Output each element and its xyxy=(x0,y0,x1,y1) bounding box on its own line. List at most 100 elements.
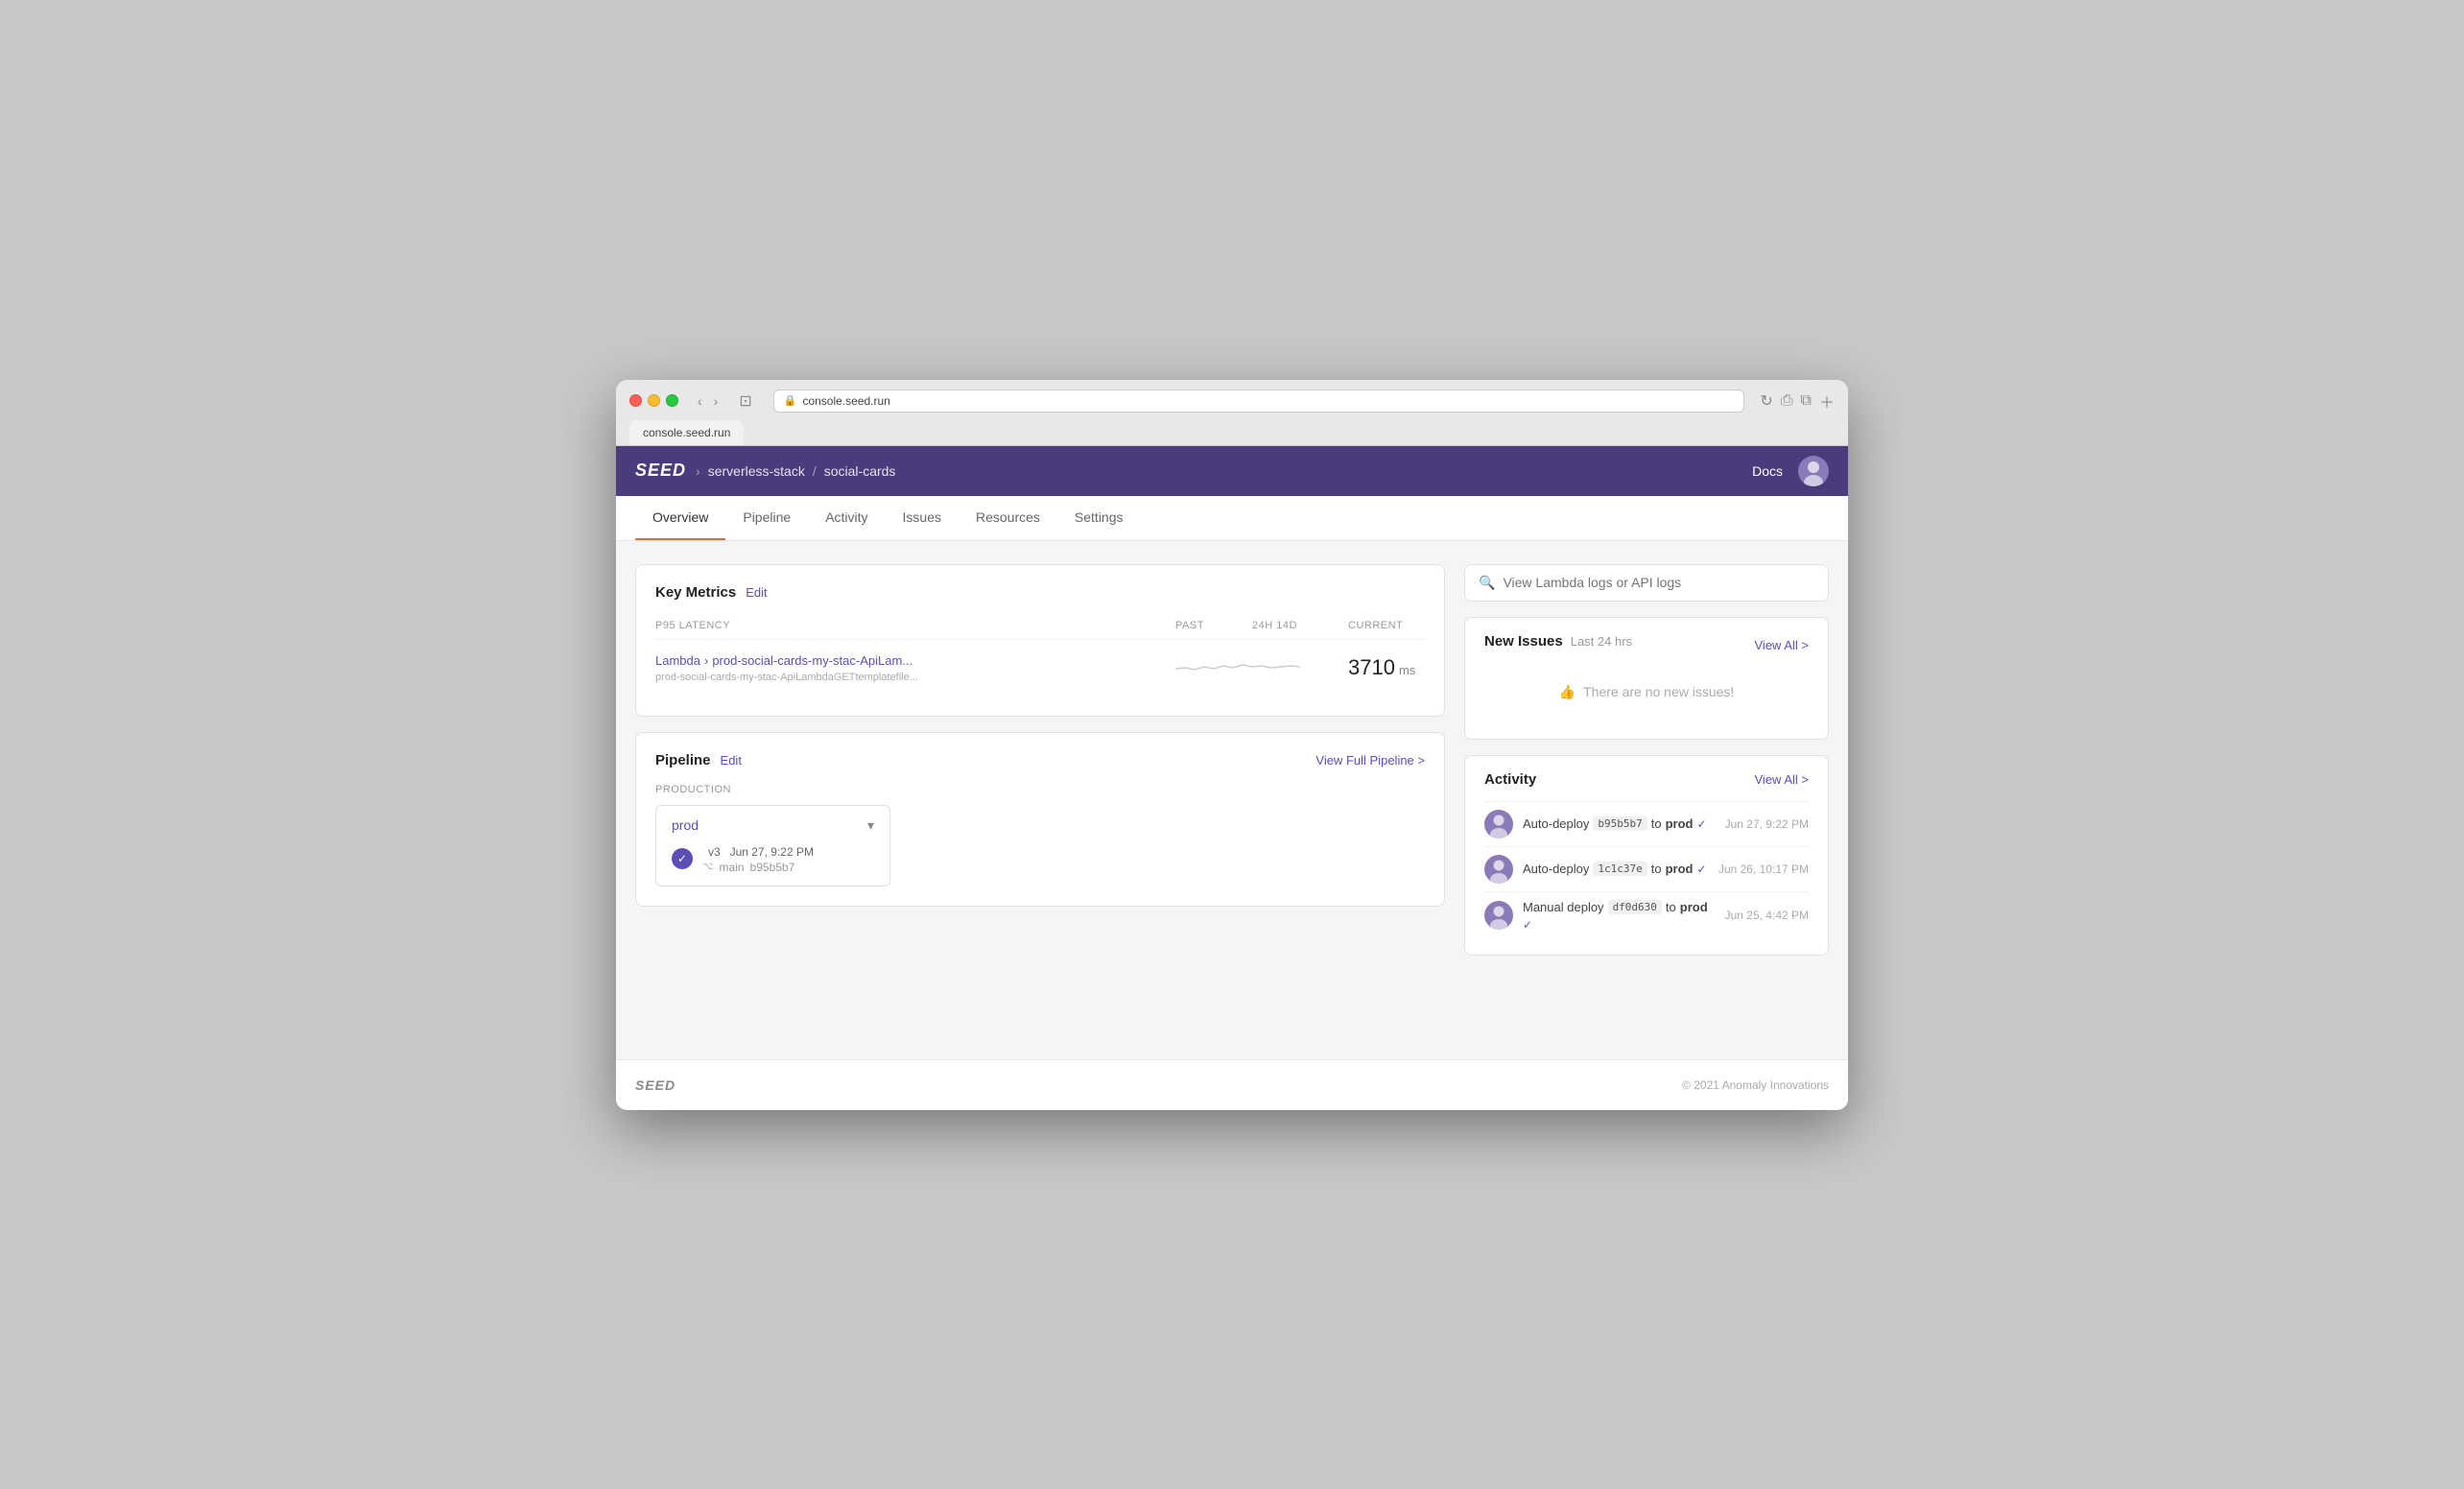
stage-name: prod xyxy=(672,817,699,833)
activity-dest: prod xyxy=(1666,862,1694,876)
lock-icon: 🔒 xyxy=(784,394,797,407)
metrics-number: 3710 xyxy=(1348,655,1395,680)
tab-resources[interactable]: Resources xyxy=(959,496,1057,540)
traffic-lights xyxy=(629,394,678,407)
tab-overview[interactable]: Overview xyxy=(635,496,725,540)
docs-link[interactable]: Docs xyxy=(1752,463,1783,479)
activity-time: Jun 27, 9:22 PM xyxy=(1725,817,1809,831)
to-label: to xyxy=(1651,862,1662,876)
lambda-prefix: Lambda xyxy=(655,653,700,668)
activity-action: Auto-deploy xyxy=(1523,816,1589,831)
version-label: v3 xyxy=(708,845,721,859)
metrics-unit: ms xyxy=(1399,663,1415,677)
arrow-icon: › xyxy=(704,653,708,668)
forward-button[interactable]: › xyxy=(710,391,723,411)
back-button[interactable]: ‹ xyxy=(694,391,706,411)
activity-action: Auto-deploy xyxy=(1523,862,1589,876)
deploy-check-icon: ✓ xyxy=(672,848,693,869)
lambda-name: prod-social-cards-my-stac-ApiLam... xyxy=(712,653,912,668)
sub-nav: Overview Pipeline Activity Issues Resour… xyxy=(616,496,1848,541)
footer: SEED © 2021 Anomaly Innovations xyxy=(616,1059,1848,1110)
browser-tab[interactable]: console.seed.run xyxy=(629,420,744,445)
add-button[interactable]: ＋ xyxy=(1819,390,1835,413)
pipeline-card: Pipeline Edit View Full Pipeline > PRODU… xyxy=(635,732,1445,907)
to-label: to xyxy=(1666,900,1676,914)
breadcrumb-parent[interactable]: serverless-stack xyxy=(708,463,805,479)
stage-dropdown-button[interactable]: ▾ xyxy=(867,817,874,834)
lambda-link[interactable]: Lambda › prod-social-cards-my-stac-ApiLa… xyxy=(655,653,1175,668)
sidebar-button[interactable]: ⊡ xyxy=(733,390,757,413)
list-item: Auto-deploy 1c1c37e to prod ✓ Jun 26, 10… xyxy=(1484,846,1809,891)
metrics-col-current: CURRENT xyxy=(1348,620,1425,631)
reload-button[interactable]: ↻ xyxy=(1760,391,1772,411)
activity-text: Auto-deploy b95b5b7 to prod ✓ xyxy=(1523,816,1716,831)
activity-action: Manual deploy xyxy=(1523,900,1604,914)
deploy-info: v3 Jun 27, 9:22 PM ⌥ main b95b5b7 xyxy=(702,843,814,874)
url-text: console.seed.run xyxy=(802,394,889,408)
sparkline-chart xyxy=(1175,651,1300,680)
maximize-button[interactable] xyxy=(666,394,678,407)
key-metrics-card: Key Metrics Edit P95 LATENCY PAST 24H 14… xyxy=(635,564,1445,717)
search-input[interactable] xyxy=(1503,575,1814,590)
minimize-button[interactable] xyxy=(648,394,660,407)
deploy-date: Jun 27, 9:22 PM xyxy=(730,845,814,859)
footer-copyright: © 2021 Anomaly Innovations xyxy=(1682,1078,1829,1092)
avatar xyxy=(1484,810,1513,839)
avatar xyxy=(1484,901,1513,930)
list-item: Manual deploy df0d630 to prod ✓ Jun 25, … xyxy=(1484,891,1809,939)
empty-message: There are no new issues! xyxy=(1583,684,1734,699)
deploy-branch: main xyxy=(720,861,745,874)
pipeline-title: Pipeline xyxy=(655,752,711,768)
to-label: to xyxy=(1651,816,1662,831)
tab-label: console.seed.run xyxy=(643,426,730,439)
list-item: Auto-deploy b95b5b7 to prod ✓ Jun 27, 9:… xyxy=(1484,801,1809,846)
deploy-check-icon: ✓ xyxy=(1523,918,1532,932)
issues-view-all[interactable]: View All > xyxy=(1755,638,1810,652)
metrics-col-period: 24H 14D xyxy=(1252,620,1348,631)
app: SEED › serverless-stack / social-cards D… xyxy=(616,446,1848,1110)
activity-card: Activity View All > Auto-deploy xyxy=(1464,755,1829,956)
pipeline-view-link[interactable]: View Full Pipeline > xyxy=(1315,753,1425,768)
metrics-value: 3710 ms xyxy=(1348,655,1425,680)
tab-issues[interactable]: Issues xyxy=(886,496,959,540)
activity-text: Manual deploy df0d630 to prod ✓ xyxy=(1523,900,1716,932)
metrics-sub: prod-social-cards-my-stac-ApiLambdaGETte… xyxy=(655,672,1175,683)
activity-dest: prod xyxy=(1666,816,1694,831)
tab-settings[interactable]: Settings xyxy=(1057,496,1141,540)
metrics-edit-link[interactable]: Edit xyxy=(746,585,767,600)
pipeline-edit-link[interactable]: Edit xyxy=(721,753,742,768)
issues-subtitle: Last 24 hrs xyxy=(1571,634,1632,649)
deploy-check-icon: ✓ xyxy=(1696,817,1706,831)
breadcrumb-sep2: / xyxy=(813,463,817,479)
avatar xyxy=(1484,855,1513,884)
main-content: Key Metrics Edit P95 LATENCY PAST 24H 14… xyxy=(616,541,1848,1059)
issues-card: New Issues Last 24 hrs View All > 👍 Ther… xyxy=(1464,617,1829,740)
share-button[interactable]: ⎙ xyxy=(1781,390,1793,413)
address-bar[interactable]: 🔒 console.seed.run xyxy=(773,390,1745,413)
issues-title: New Issues xyxy=(1484,633,1563,650)
stage-deploy: ✓ v3 Jun 27, 9:22 PM ⌥ main b95b5b7 xyxy=(672,843,874,874)
breadcrumb-sep1: › xyxy=(696,463,700,479)
breadcrumb-current[interactable]: social-cards xyxy=(824,463,896,479)
browser-window: ‹ › ⊡ 🔒 console.seed.run ↻ ⎙ ⧉ ＋ console… xyxy=(616,380,1848,1110)
metrics-col-past: PAST xyxy=(1175,620,1252,631)
deploy-check-icon: ✓ xyxy=(1696,863,1706,876)
avatar[interactable] xyxy=(1798,456,1829,486)
activity-time: Jun 26, 10:17 PM xyxy=(1718,863,1809,876)
search-box[interactable]: 🔍 xyxy=(1464,564,1829,602)
brand-logo: SEED xyxy=(635,461,686,481)
right-panel: 🔍 New Issues Last 24 hrs View All > 👍 xyxy=(1464,564,1829,1036)
close-button[interactable] xyxy=(629,394,642,407)
metrics-sparkline-cell xyxy=(1175,651,1252,685)
activity-text: Auto-deploy 1c1c37e to prod ✓ xyxy=(1523,862,1709,876)
commit-badge: b95b5b7 xyxy=(1593,816,1647,831)
activity-time: Jun 25, 4:42 PM xyxy=(1725,909,1809,922)
git-icon: ⌥ xyxy=(702,862,714,872)
tab-pipeline[interactable]: Pipeline xyxy=(725,496,808,540)
activity-view-all[interactable]: View All > xyxy=(1755,772,1810,787)
new-tab-button[interactable]: ⧉ xyxy=(1801,390,1812,413)
tab-activity[interactable]: Activity xyxy=(808,496,885,540)
issues-empty-state: 👍 There are no new issues! xyxy=(1484,661,1809,723)
pipeline-stage: prod ▾ ✓ v3 Jun 27, 9:22 PM xyxy=(655,805,890,886)
metrics-row: Lambda › prod-social-cards-my-stac-ApiLa… xyxy=(655,640,1425,697)
